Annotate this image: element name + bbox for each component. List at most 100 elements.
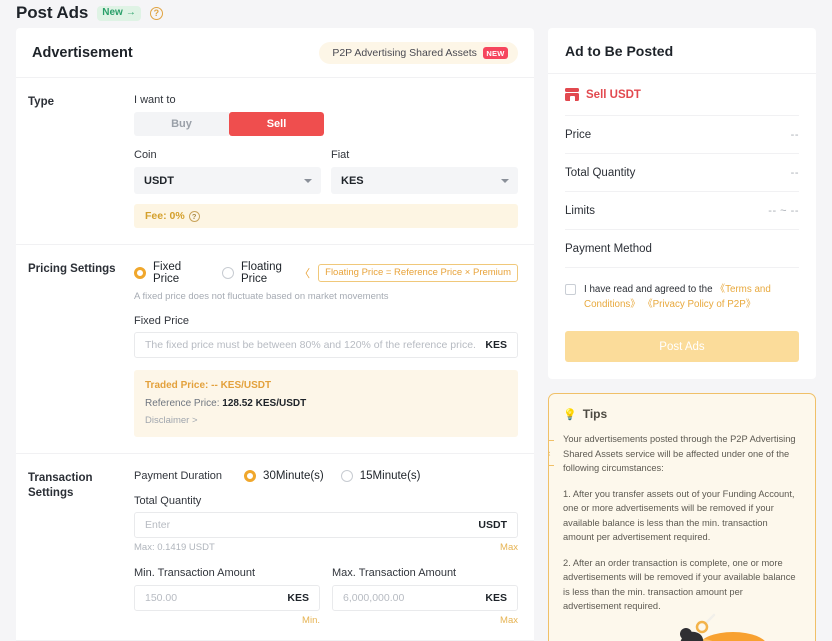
arrow-right-icon: → <box>126 7 136 19</box>
duration-30-label: 30Minute(s) <box>263 470 324 482</box>
min-amount-meta: Min. <box>134 615 320 626</box>
new-feature-badge[interactable]: New → <box>97 6 141 21</box>
coin-fiat-row: Coin USDT Fiat KES <box>134 149 518 194</box>
transaction-settings-section: Transaction Settings Payment Duration 30… <box>16 453 534 640</box>
tips-collapse-handle[interactable]: ‹ <box>548 440 554 466</box>
buy-button[interactable]: Buy <box>134 112 229 136</box>
total-quantity-unit: USDT <box>478 519 507 531</box>
preview-row-limits: Limits -- ~ -- <box>565 192 799 230</box>
shared-assets-banner[interactable]: P2P Advertising Shared Assets NEW <box>319 42 518 64</box>
post-ads-button[interactable]: Post Ads <box>565 331 799 362</box>
coin-select[interactable]: USDT <box>134 167 321 194</box>
preview-key: Limits <box>565 205 595 217</box>
decorative-illustration <box>661 594 781 641</box>
pricing-settings-section: Pricing Settings Fixed Price Floating Pr… <box>16 244 534 453</box>
fixed-price-hint: A fixed price does not fluctuate based o… <box>134 291 518 302</box>
max-amount-link[interactable]: Max <box>500 615 518 626</box>
pricing-section-label: Pricing Settings <box>28 261 134 453</box>
duration-15-label: 15Minute(s) <box>360 470 421 482</box>
transaction-section-label: Transaction Settings <box>28 470 134 640</box>
ad-preview-column: Ad to Be Posted Sell USDT Price -- To <box>548 28 816 641</box>
max-amount-unit: KES <box>485 592 507 604</box>
duration-30-option[interactable]: 30Minute(s) <box>244 470 324 482</box>
chevron-down-icon <box>304 179 312 183</box>
preview-key: Total Quantity <box>565 167 635 179</box>
price-type-radio-group: Fixed Price Floating Price 〈 Floating Pr… <box>134 261 518 285</box>
sell-button[interactable]: Sell <box>229 112 324 136</box>
disclaimer-link[interactable]: Disclaimer > <box>145 415 507 426</box>
fixed-price-input[interactable]: The fixed price must be between 80% and … <box>134 332 518 358</box>
fixed-price-placeholder: The fixed price must be between 80% and … <box>145 339 485 351</box>
preview-row-total-quantity: Total Quantity -- <box>565 154 799 192</box>
tips-title: Tips <box>583 407 607 421</box>
preview-row-price: Price -- <box>565 116 799 154</box>
terms-checkbox[interactable] <box>565 284 576 295</box>
min-amount-placeholder: 150.00 <box>145 592 287 604</box>
payment-duration-label: Payment Duration <box>134 470 222 482</box>
new-badge-label: New <box>102 7 123 19</box>
fixed-price-field-label: Fixed Price <box>134 315 518 327</box>
fee-banner: Fee: 0% ? <box>134 204 518 228</box>
preview-key: Payment Method <box>565 243 652 255</box>
shared-assets-new-badge: NEW <box>483 47 508 59</box>
tag-left-bracket: 〈 <box>299 265 310 281</box>
tips-header: 💡 Tips <box>563 407 801 421</box>
price-info-panel: Traded Price: -- KES/USDT Reference Pric… <box>134 370 518 437</box>
page-body: Advertisement P2P Advertising Shared Ass… <box>0 28 832 641</box>
lightbulb-icon: 💡 <box>563 408 577 421</box>
traded-price: Traded Price: -- KES/USDT <box>145 380 507 391</box>
min-amount-label: Min. Transaction Amount <box>134 567 320 579</box>
fiat-select[interactable]: KES <box>331 167 518 194</box>
privacy-policy-link[interactable]: 《Privacy Policy of P2P》 <box>643 299 756 310</box>
sell-usdt-row: Sell USDT <box>565 88 799 116</box>
ad-preview-title: Ad to Be Posted <box>565 43 799 59</box>
type-section-label: Type <box>28 94 134 244</box>
min-max-amount-row: Min. Transaction Amount 150.00 KES Min. <box>134 567 518 626</box>
preview-key: Price <box>565 129 591 141</box>
ad-preview-body: Sell USDT Price -- Total Quantity -- Lim… <box>548 74 816 379</box>
question-circle-icon[interactable]: ? <box>150 7 163 20</box>
fiat-select-value: KES <box>341 175 364 187</box>
question-circle-icon[interactable]: ? <box>189 211 200 222</box>
tips-panel: ‹ 💡 Tips Your advertisements posted thro… <box>548 393 816 641</box>
fee-text: Fee: 0% <box>145 210 185 222</box>
max-amount-input[interactable]: 6,000,000.00 KES <box>332 585 518 611</box>
fiat-label: Fiat <box>331 149 518 161</box>
preview-value: -- <box>791 167 799 179</box>
min-link[interactable]: Min. <box>302 615 320 626</box>
radio-fixed-price[interactable] <box>134 267 146 279</box>
floating-price-radio-option[interactable]: Floating Price 〈 Floating Price = Refere… <box>222 261 518 285</box>
preview-value: -- <box>791 129 799 141</box>
duration-radio-group: 30Minute(s) 15Minute(s) <box>244 470 420 482</box>
min-amount-input[interactable]: 150.00 KES <box>134 585 320 611</box>
fixed-price-unit: KES <box>485 339 507 351</box>
type-section-body: I want to Buy Sell Coin USDT <box>134 94 518 244</box>
total-quantity-input[interactable]: Enter USDT <box>134 512 518 538</box>
payment-duration-row: Payment Duration 30Minute(s) 15Minute(s) <box>134 470 518 482</box>
fixed-price-radio-option[interactable]: Fixed Price <box>134 261 205 285</box>
tips-paragraph: 1. After you transfer assets out of your… <box>563 487 801 545</box>
ad-preview-card: Ad to Be Posted Sell USDT Price -- To <box>548 28 816 379</box>
reference-price-row: Reference Price: 128.52 KES/USDT <box>145 398 507 409</box>
radio-duration-15[interactable] <box>341 470 353 482</box>
fiat-field: Fiat KES <box>331 149 518 194</box>
advertisement-header: Advertisement P2P Advertising Shared Ass… <box>16 28 534 78</box>
radio-duration-30[interactable] <box>244 470 256 482</box>
terms-agreement[interactable]: I have read and agreed to the 《Terms and… <box>565 282 799 312</box>
duration-15-option[interactable]: 15Minute(s) <box>341 470 421 482</box>
transaction-section-body: Payment Duration 30Minute(s) 15Minute(s) <box>134 470 518 640</box>
shared-assets-label: P2P Advertising Shared Assets <box>332 47 477 59</box>
coin-select-value: USDT <box>144 175 174 187</box>
buy-sell-toggle[interactable]: Buy Sell <box>134 112 324 136</box>
floating-price-option-label: Floating Price <box>241 261 288 285</box>
total-quantity-meta: Max: 0.1419 USDT Max <box>134 542 518 553</box>
coin-field: Coin USDT <box>134 149 321 194</box>
radio-floating-price[interactable] <box>222 267 234 279</box>
advertisement-card: Advertisement P2P Advertising Shared Ass… <box>16 28 534 641</box>
max-amount-label: Max. Transaction Amount <box>332 567 518 579</box>
max-amount-placeholder: 6,000,000.00 <box>343 592 485 604</box>
reference-price-label: Reference Price: <box>145 398 219 409</box>
terms-text: I have read and agreed to the 《Terms and… <box>584 282 799 312</box>
floating-formula-tag: Floating Price = Reference Price × Premi… <box>318 264 518 282</box>
max-quantity-link[interactable]: Max <box>500 542 518 553</box>
